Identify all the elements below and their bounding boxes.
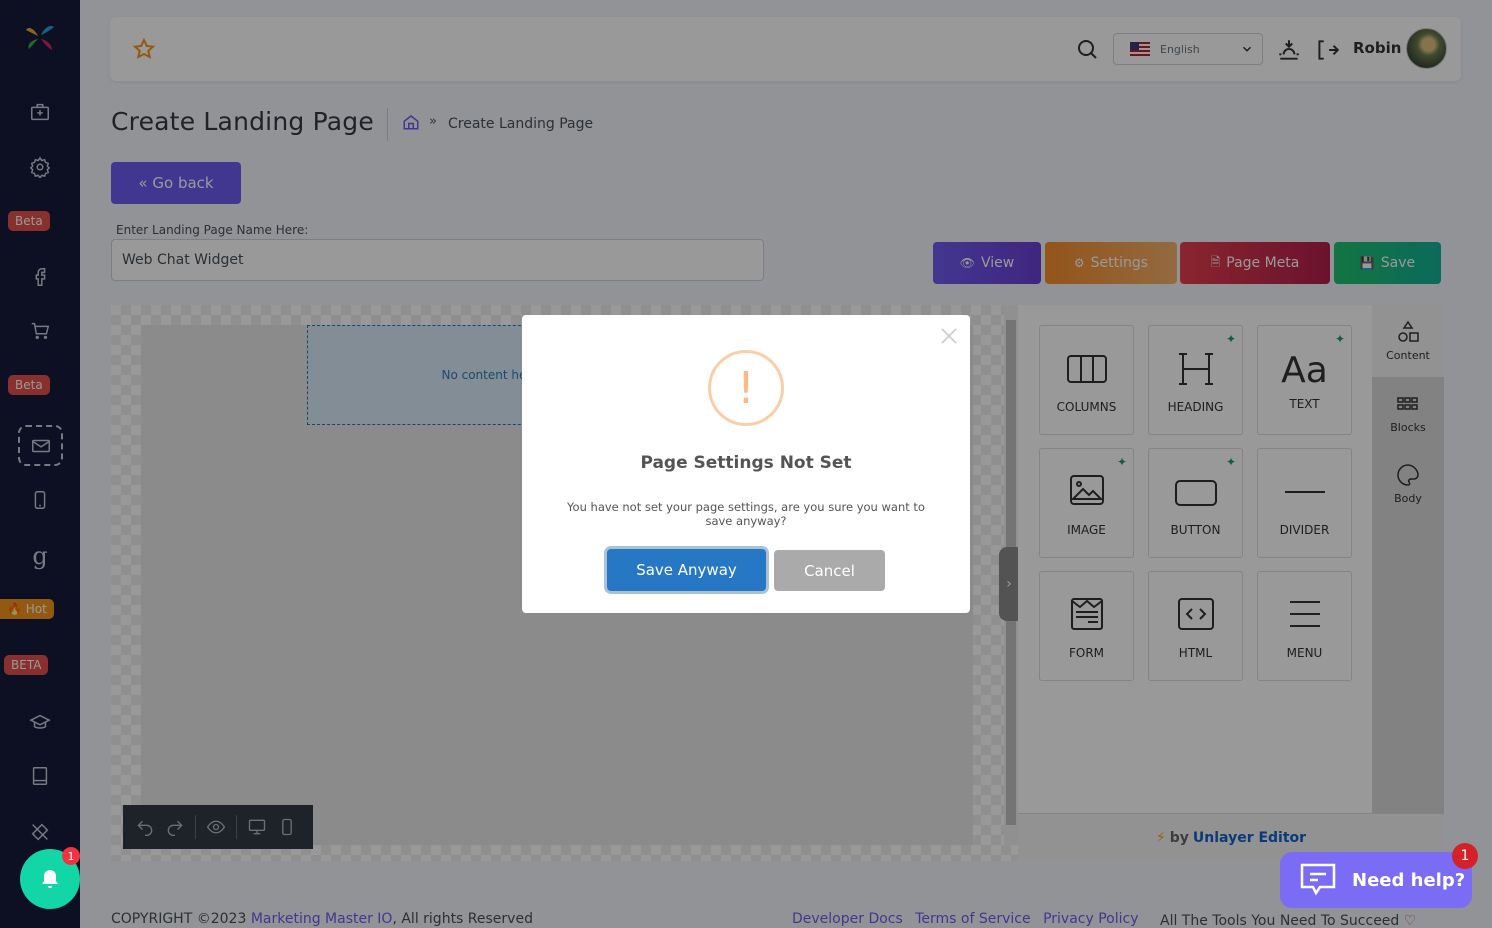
chat-bubble-icon (1300, 863, 1336, 896)
close-icon[interactable] (940, 327, 958, 345)
cancel-button[interactable]: Cancel (774, 550, 885, 591)
bell-icon (42, 870, 58, 888)
dialog-title: Page Settings Not Set (640, 453, 852, 473)
need-help-button[interactable]: Need help? 1 (1280, 843, 1478, 908)
confirm-dialog: ! Page Settings Not Set You have not set… (522, 315, 970, 613)
save-anyway-button[interactable]: Save Anyway (607, 549, 766, 591)
notification-count-badge: 1 (62, 847, 80, 865)
dialog-message: You have not set your page settings, are… (567, 500, 925, 528)
notifications-button[interactable]: 1 (20, 847, 80, 909)
warning-icon: ! (708, 350, 784, 426)
help-count-badge: 1 (1452, 843, 1478, 869)
